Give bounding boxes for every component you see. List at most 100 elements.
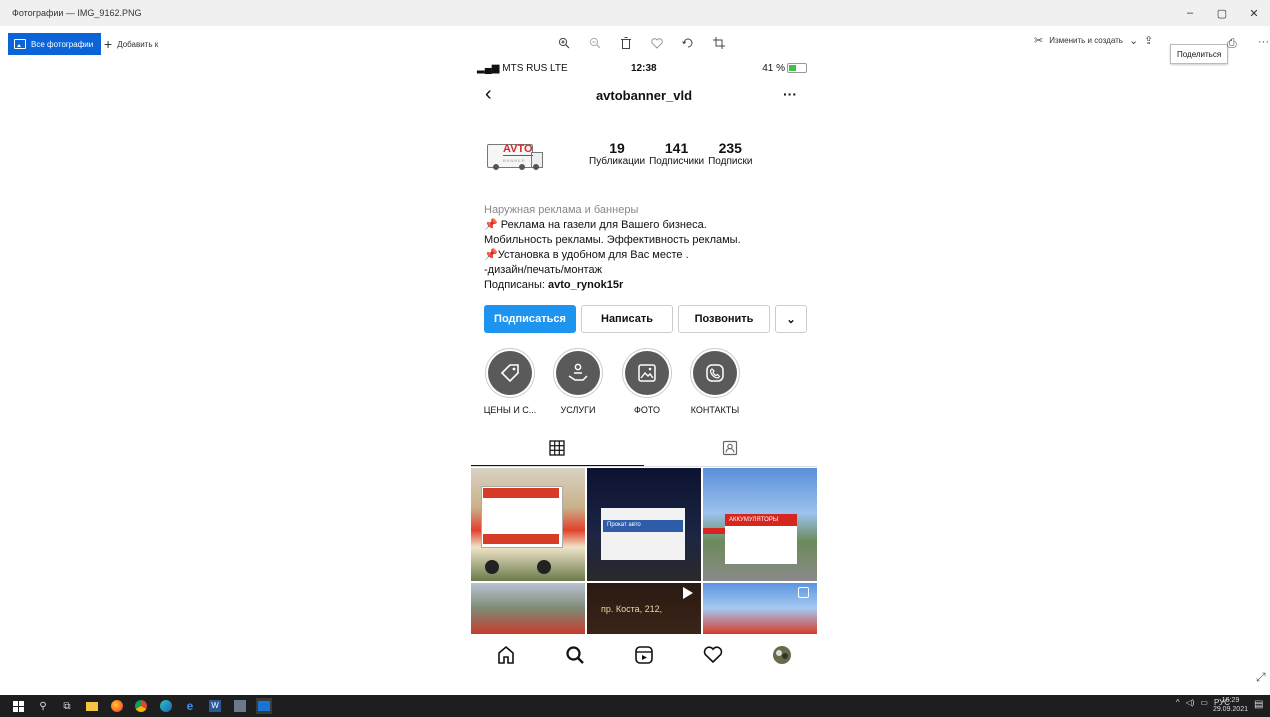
right-tools: ✂ Изменить и создать ⌄ ⇪ [1034, 34, 1153, 47]
reels-icon[interactable] [634, 645, 654, 670]
highlight-contacts[interactable]: КОНТАКТЫ [680, 348, 750, 415]
active-tab-indicator [471, 465, 644, 466]
rotate-icon[interactable] [679, 34, 697, 52]
network-icon[interactable]: ▭ [1200, 698, 1208, 707]
crop-icon[interactable] [710, 34, 728, 52]
zoom-out-icon[interactable] [586, 34, 604, 52]
add-to-button[interactable]: + Добавить к [104, 33, 158, 55]
zoom-in-icon[interactable] [555, 34, 573, 52]
stat-value: 141 [664, 140, 689, 156]
follow-button[interactable]: Подписаться [484, 305, 576, 333]
tagged-tab-icon[interactable] [722, 440, 738, 459]
highlight-photo[interactable]: ФОТО [612, 348, 682, 415]
stat-followers[interactable]: 141 Подписчики [649, 140, 704, 167]
bio-line: 📌Установка в удобном для Вас месте . [484, 248, 814, 263]
minimize-button[interactable]: – [1174, 0, 1206, 26]
title-bar: Фотографии — IMG_9162.PNG – ▢ ✕ [0, 0, 1270, 26]
battery-percent: 41 % [762, 63, 785, 74]
profile-actions: Подписаться Написать Позвонить ⌄ [484, 305, 807, 333]
window-title: Фотографии — IMG_9162.PNG [12, 8, 142, 18]
carousel-icon [798, 587, 809, 598]
favorite-icon[interactable] [648, 34, 666, 52]
post-thumbnail[interactable] [471, 583, 585, 634]
more-options-icon[interactable]: ··· [783, 86, 797, 102]
bio-text: Установка в удобном для Вас месте . [497, 249, 689, 261]
chevron-down-icon[interactable]: ⌄ [1129, 34, 1138, 47]
stat-posts[interactable]: 19 Публикации [589, 140, 645, 167]
chrome-icon[interactable] [133, 698, 149, 714]
task-view-icon[interactable]: ⧉ [59, 698, 75, 714]
file-explorer-icon[interactable] [84, 698, 100, 714]
banner-text: пр. Коста, 212, [601, 604, 663, 614]
all-photos-button[interactable]: Все фотографии [8, 33, 102, 55]
highlight-services[interactable]: УСЛУГИ [543, 348, 613, 415]
grid-tab-icon[interactable] [549, 440, 565, 459]
chevron-up-icon[interactable]: ^ [1176, 698, 1180, 707]
resize-arrow-icon[interactable]: ⤢ [1256, 670, 1266, 685]
followed-by[interactable]: Подписаны: avto_rynok15r [484, 278, 814, 293]
taskbar: ⚲ ⧉ e W ^ ◁) ▭ РУС 16:29 29.09.2021 ▤ [0, 695, 1270, 717]
posts-grid: Прокат авто АККУМУЛЯТОРЫ пр. Коста, 212, [471, 468, 817, 634]
app-icon[interactable] [232, 698, 248, 714]
search-icon[interactable]: ⚲ [35, 698, 51, 714]
truck-banner [601, 508, 685, 560]
stat-following[interactable]: 235 Подписки [708, 140, 752, 167]
bio-line: Мобильность рекламы. Эффективность рекла… [484, 234, 741, 246]
firefox-icon[interactable] [109, 698, 125, 714]
window-controls: – ▢ ✕ [1174, 0, 1270, 26]
post-thumbnail[interactable] [471, 468, 585, 581]
home-icon[interactable] [496, 645, 516, 670]
delete-icon[interactable] [617, 34, 635, 52]
highlight-ring [485, 348, 535, 398]
banner-strip [483, 534, 559, 544]
highlight-label: ФОТО [634, 405, 660, 415]
search-icon[interactable] [565, 645, 585, 670]
share-icon[interactable]: ⇪ [1144, 34, 1153, 47]
close-button[interactable]: ✕ [1238, 0, 1270, 26]
profile-header: ‹ avtobanner_vld ··· [471, 84, 817, 108]
banner-strip [703, 528, 725, 534]
print-icon[interactable]: ⎙ [1227, 36, 1237, 51]
battery-icon [787, 63, 807, 74]
post-thumbnail[interactable]: АККУМУЛЯТОРЫ [703, 468, 817, 581]
maximize-button[interactable]: ▢ [1206, 0, 1238, 26]
wheel-icon [533, 164, 539, 170]
more-options-icon[interactable]: ··· [1258, 36, 1269, 48]
highlight-ring [622, 348, 672, 398]
add-to-label: Добавить к [117, 39, 159, 49]
more-actions-button[interactable]: ⌄ [775, 305, 807, 333]
clock-date: 29.09.2021 [1212, 706, 1248, 713]
clock[interactable]: 16:29 29.09.2021 [1213, 696, 1248, 714]
post-thumbnail[interactable]: Прокат авто [587, 468, 701, 581]
phone-icon [693, 351, 737, 395]
ie-icon[interactable]: e [182, 698, 198, 714]
notification-icon[interactable]: ▤ [1254, 699, 1266, 711]
bio-category: Наружная реклама и баннеры [484, 204, 639, 216]
video-play-icon [683, 587, 693, 599]
wheel-icon [537, 560, 551, 574]
battery-status: 41 % [762, 63, 807, 74]
followed-user[interactable]: avto_rynok15r [548, 279, 623, 291]
stat-label: Подписки [708, 156, 753, 167]
story-highlights: ЦЕНЫ И С... УСЛУГИ ФОТО КОНТАКТЫ [471, 348, 817, 415]
profile-avatar-icon[interactable] [772, 645, 792, 670]
activity-heart-icon[interactable] [703, 645, 723, 669]
highlight-prices[interactable]: ЦЕНЫ И С... [475, 348, 545, 415]
photos-app-icon[interactable] [256, 698, 272, 714]
share-tooltip: Поделиться [1170, 44, 1229, 64]
edge-icon[interactable] [158, 698, 174, 714]
photos-icon [14, 39, 26, 49]
post-thumbnail[interactable]: пр. Коста, 212, [587, 583, 701, 634]
word-icon[interactable]: W [207, 698, 223, 714]
wheel-icon [485, 560, 499, 574]
message-button[interactable]: Написать [581, 305, 673, 333]
highlight-ring [553, 348, 603, 398]
edit-create-button[interactable]: Изменить и создать [1049, 36, 1123, 45]
avatar[interactable]: AVTO BANNER [483, 128, 559, 188]
banner-strip [483, 488, 559, 498]
phone-status-bar: ▂▄▆ MTS RUS LTE 12:38 41 % [471, 60, 817, 78]
post-thumbnail[interactable] [703, 583, 817, 634]
call-button[interactable]: Позвонить [678, 305, 770, 333]
volume-icon[interactable]: ◁) [1186, 698, 1195, 707]
windows-start-icon[interactable] [10, 698, 26, 714]
